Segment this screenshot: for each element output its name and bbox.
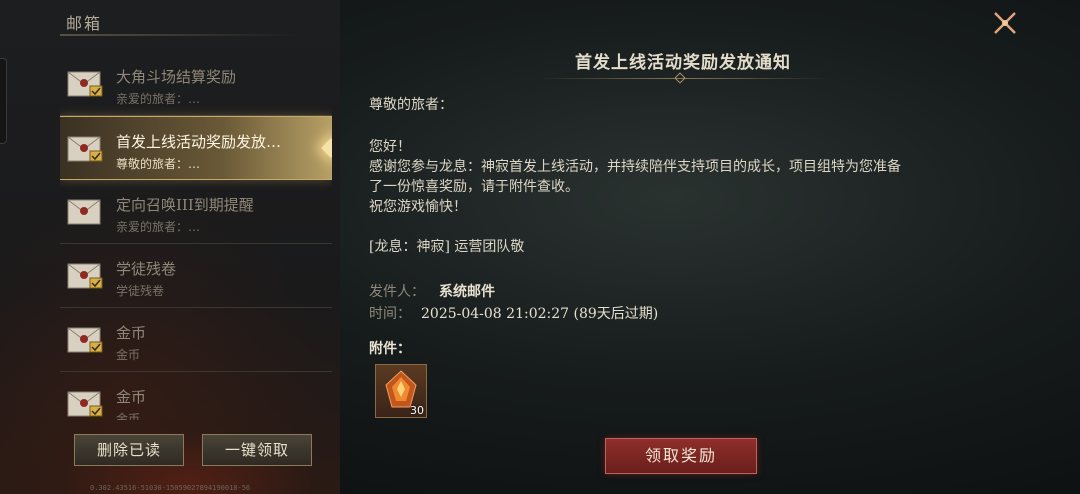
mail-preview: 金币: [116, 348, 141, 362]
mail-list[interactable]: 大角斗场结算奖励亲爱的旅者：… 首发上线活动奖励发放… 尊敬的旅者：… 定向召唤III…: [60, 52, 332, 420]
mail-list-item[interactable]: 金币 金币: [60, 372, 332, 420]
mail-preview: 金币: [116, 412, 141, 420]
attachment-label: 附件：: [369, 341, 411, 357]
attachment-count: 30: [410, 404, 424, 417]
close-button[interactable]: [990, 8, 1020, 38]
mail-title: 金币: [116, 324, 147, 342]
envelope-icon: [67, 136, 103, 162]
mail-body-line-1: 感谢您参与龙息：神寂首发上线活动，并持续陪伴支持项目的成长，项目组特为您准备: [369, 159, 901, 175]
envelope-icon: [67, 199, 101, 225]
sender-label: 发件人：: [369, 284, 425, 300]
close-icon: [994, 12, 1016, 34]
mail-title: 金币: [116, 388, 147, 406]
time-label: 时间：: [369, 306, 411, 322]
mail-preview: 亲爱的旅者：…: [116, 92, 201, 106]
mail-preview: 学徒残卷: [116, 284, 165, 298]
mail-greeting: 尊敬的旅者：: [369, 97, 453, 113]
claim-reward-button[interactable]: 领取奖励: [605, 438, 757, 474]
envelope-icon: [67, 391, 103, 417]
envelope-icon: [67, 263, 103, 289]
mail-title: 学徒残卷: [116, 260, 177, 278]
title-divider-ornament: [674, 72, 686, 84]
delete-read-button[interactable]: 删除已读: [74, 434, 184, 466]
side-edge-tab[interactable]: [0, 58, 7, 144]
mail-title: 首发上线活动奖励发放…: [116, 133, 282, 151]
panel-title: 邮箱: [66, 14, 103, 33]
mail-list-item[interactable]: 金币 金币: [60, 308, 332, 372]
mail-detail-title: 首发上线活动奖励发放通知: [575, 53, 791, 73]
mail-list-item[interactable]: 学徒残卷 学徒残卷: [60, 244, 332, 308]
selection-diamond-icon: [321, 138, 332, 158]
mail-body-line-2: 了一份惊喜奖励，请于附件查收。: [369, 179, 579, 195]
mail-preview: 尊敬的旅者：…: [116, 157, 201, 171]
mail-title: 定向召唤III到期提醒: [116, 196, 254, 214]
mail-list-item[interactable]: 定向召唤III到期提醒亲爱的旅者：…: [60, 180, 332, 244]
mail-preview: 亲爱的旅者：…: [116, 220, 201, 234]
mail-body-line-3: 祝您游戏愉快！: [369, 199, 467, 215]
mail-list-item[interactable]: 首发上线活动奖励发放… 尊敬的旅者：…: [60, 116, 332, 180]
attachment-item[interactable]: 30: [375, 364, 427, 418]
mail-signature: [龙息：神寂] 运营团队敬: [369, 239, 525, 255]
time-value: 2025-04-08 21:02:27 (89天后过期): [421, 306, 659, 322]
envelope-icon: [67, 327, 103, 353]
mail-list-item[interactable]: 大角斗场结算奖励亲爱的旅者：…: [60, 52, 332, 116]
mail-hello: 您好！: [369, 139, 411, 155]
claim-all-button[interactable]: 一键领取: [202, 434, 312, 466]
mail-title: 大角斗场结算奖励: [116, 68, 237, 86]
version-text: 0.302.43516-51030-15059027894190018-56: [90, 484, 251, 492]
envelope-icon: [67, 71, 103, 97]
sender-value: 系统邮件: [439, 284, 495, 300]
title-ornament: [60, 34, 300, 36]
